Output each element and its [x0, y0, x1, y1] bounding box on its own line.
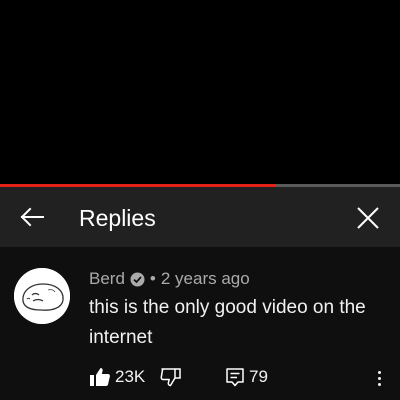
app-root: Replies Berd • 2 years ago this is the o…: [0, 0, 400, 400]
meta-separator: •: [149, 269, 156, 288]
comment: Berd • 2 years ago this is the only good…: [0, 247, 400, 400]
dislike-button[interactable]: [160, 366, 182, 388]
thumbs-up-filled-icon: [90, 368, 110, 386]
verified-check-icon: [130, 272, 145, 287]
reply-count: 79: [249, 367, 268, 386]
close-button[interactable]: [354, 204, 382, 232]
close-icon: [357, 207, 379, 229]
comment-actions: 23K 79: [0, 364, 400, 392]
comment-timestamp: 2 years ago: [160, 269, 250, 288]
thumbs-down-icon: [160, 368, 181, 387]
more-options-button[interactable]: [372, 366, 386, 390]
avatar[interactable]: [14, 268, 70, 324]
comment-meta: Berd • 2 years ago: [89, 268, 250, 290]
arrow-left-icon: [20, 207, 44, 227]
like-count: 23K: [115, 367, 146, 386]
reply-comment-icon: [226, 368, 244, 387]
avatar-image: [14, 268, 70, 324]
replies-header: Replies: [0, 187, 400, 247]
comment-text: this is the only good video on the inter…: [89, 297, 366, 348]
video-player[interactable]: [0, 0, 400, 186]
more-vertical-icon: [377, 370, 381, 374]
back-button[interactable]: [18, 204, 46, 230]
comment-author[interactable]: Berd: [89, 269, 125, 289]
like-button[interactable]: [89, 366, 111, 388]
page-title: Replies: [79, 205, 156, 231]
reply-button[interactable]: [224, 366, 246, 388]
